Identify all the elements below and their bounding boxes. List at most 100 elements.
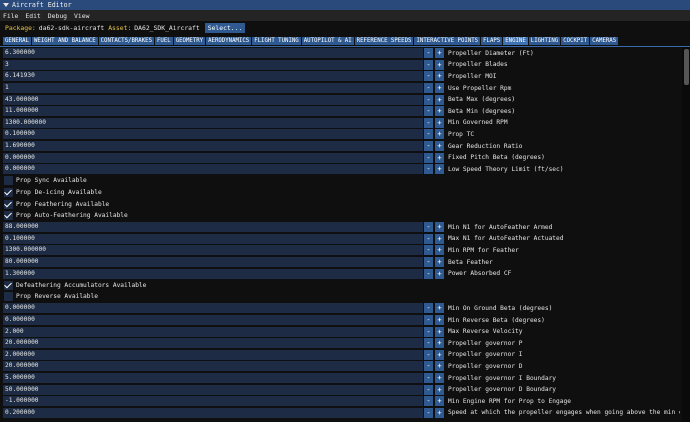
decrement-button[interactable]: - (424, 222, 433, 233)
increment-button[interactable]: + (435, 94, 444, 105)
decrement-button[interactable]: - (424, 129, 433, 140)
value-input[interactable]: 88.000000 (3, 222, 423, 233)
value-input[interactable]: 80.000000 (3, 257, 423, 268)
tab-reference-speeds[interactable]: REFERENCE SPEEDS (354, 37, 414, 45)
decrement-button[interactable]: - (424, 384, 433, 395)
decrement-button[interactable]: - (424, 349, 433, 360)
tab-contacts-brakes[interactable]: CONTACTS/BRAKES (98, 37, 154, 45)
checkbox-unchecked[interactable] (4, 176, 13, 186)
value-input[interactable]: 0.100000 (3, 233, 423, 244)
value-input[interactable]: 20.000000 (3, 361, 423, 372)
value-input[interactable]: 0.100000 (3, 129, 423, 140)
increment-button[interactable]: + (435, 268, 444, 279)
increment-button[interactable]: + (435, 106, 444, 117)
decrement-button[interactable]: - (424, 373, 433, 384)
decrement-button[interactable]: - (424, 396, 433, 407)
scrollbar-track[interactable] (682, 47, 690, 422)
increment-button[interactable]: + (435, 303, 444, 314)
decrement-button[interactable]: - (424, 315, 433, 326)
select-asset-button[interactable]: Select... (204, 23, 246, 33)
decrement-button[interactable]: - (424, 94, 433, 105)
value-input[interactable]: -1.000000 (3, 396, 423, 407)
increment-button[interactable]: + (435, 257, 444, 268)
increment-button[interactable]: + (435, 129, 444, 140)
value-input[interactable]: 1.300000 (3, 268, 423, 279)
value-input[interactable]: 20.000000 (3, 338, 423, 349)
increment-button[interactable]: + (435, 164, 444, 175)
menu-debug[interactable]: Debug (48, 12, 67, 20)
decrement-button[interactable]: - (424, 106, 433, 117)
value-input[interactable]: 11.000000 (3, 106, 423, 117)
decrement-button[interactable]: - (424, 407, 433, 418)
increment-button[interactable]: + (435, 361, 444, 372)
menu-view[interactable]: View (74, 12, 89, 20)
value-input[interactable]: 6.300000 (3, 48, 423, 59)
increment-button[interactable]: + (435, 141, 444, 152)
decrement-button[interactable]: - (424, 48, 433, 59)
value-input[interactable]: 0.200000 (3, 407, 423, 418)
increment-button[interactable]: + (435, 245, 444, 256)
decrement-button[interactable]: - (424, 233, 433, 244)
value-input[interactable]: 0.000000 (3, 315, 423, 326)
decrement-button[interactable]: - (424, 164, 433, 175)
value-input[interactable]: 1 (3, 83, 423, 94)
increment-button[interactable]: + (435, 384, 444, 395)
increment-button[interactable]: + (435, 71, 444, 82)
tab-engine[interactable]: ENGINE (503, 37, 528, 45)
increment-button[interactable]: + (435, 326, 444, 337)
value-input[interactable]: 1300.000000 (3, 117, 423, 128)
value-input[interactable]: 2.000 (3, 326, 423, 337)
tab-cameras[interactable]: CAMERAS (590, 37, 619, 45)
decrement-button[interactable]: - (424, 303, 433, 314)
value-input[interactable]: 6.141930 (3, 71, 423, 82)
value-input[interactable]: 0.000000 (3, 303, 423, 314)
decrement-button[interactable]: - (424, 338, 433, 349)
checkbox-checked[interactable] (4, 210, 13, 221)
checkbox-unchecked[interactable] (4, 292, 13, 302)
tab-fuel[interactable]: FUEL (155, 37, 173, 45)
value-input[interactable]: 3 (3, 59, 423, 70)
decrement-button[interactable]: - (424, 83, 433, 94)
increment-button[interactable]: + (435, 222, 444, 233)
decrement-button[interactable]: - (424, 71, 433, 82)
increment-button[interactable]: + (435, 83, 444, 94)
decrement-button[interactable]: - (424, 59, 433, 70)
decrement-button[interactable]: - (424, 257, 433, 268)
increment-button[interactable]: + (435, 48, 444, 59)
increment-button[interactable]: + (435, 233, 444, 244)
tab-geometry[interactable]: GEOMETRY (173, 37, 206, 45)
value-input[interactable]: 0.000000 (3, 152, 423, 163)
decrement-button[interactable]: - (424, 326, 433, 337)
tab-flight-tuning[interactable]: FLIGHT TUNING (252, 37, 301, 45)
value-input[interactable]: 50.000000 (3, 384, 423, 395)
tab-flaps[interactable]: FLAPS (481, 37, 503, 45)
value-input[interactable]: 5.000000 (3, 373, 423, 384)
value-input[interactable]: 43.000000 (3, 94, 423, 105)
tab-cockpit[interactable]: COCKPIT (561, 37, 590, 45)
decrement-button[interactable]: - (424, 245, 433, 256)
value-input[interactable]: 1.690000 (3, 141, 423, 152)
tab-general[interactable]: GENERAL (3, 37, 31, 45)
decrement-button[interactable]: - (424, 141, 433, 152)
increment-button[interactable]: + (435, 349, 444, 360)
decrement-button[interactable]: - (424, 117, 433, 128)
increment-button[interactable]: + (435, 152, 444, 163)
tab-interactive-points[interactable]: INTERACTIVE POINTS (414, 37, 481, 45)
checkbox-checked[interactable] (4, 187, 13, 197)
collapse-triangle-icon[interactable] (3, 3, 9, 7)
scrollbar-thumb[interactable] (684, 49, 689, 85)
decrement-button[interactable]: - (424, 152, 433, 163)
decrement-button[interactable]: - (424, 268, 433, 279)
value-input[interactable]: 1300.000000 (3, 245, 423, 256)
decrement-button[interactable]: - (424, 361, 433, 372)
tab-autopilot-ai[interactable]: AUTOPILOT & AI (301, 37, 354, 45)
increment-button[interactable]: + (435, 59, 444, 70)
menu-edit[interactable]: Edit (25, 12, 40, 20)
tab-lighting[interactable]: LIGHTING (528, 37, 561, 45)
increment-button[interactable]: + (435, 396, 444, 407)
value-input[interactable]: 0.000000 (3, 164, 423, 175)
increment-button[interactable]: + (435, 117, 444, 128)
menu-file[interactable]: File (3, 12, 18, 20)
increment-button[interactable]: + (435, 407, 444, 418)
checkbox-checked[interactable] (4, 280, 13, 290)
